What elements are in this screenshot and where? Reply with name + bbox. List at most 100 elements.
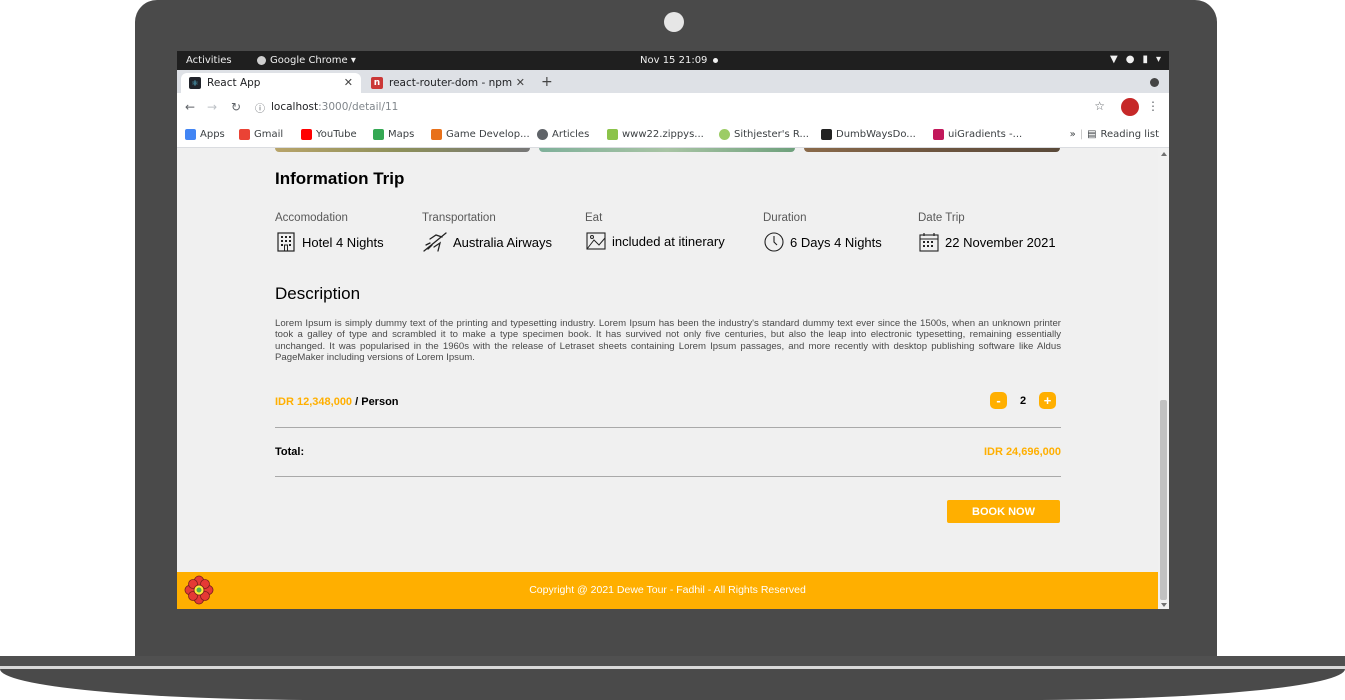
url-host: localhost: [271, 101, 319, 113]
gmail-icon: [239, 129, 250, 140]
gallery-image[interactable]: [275, 148, 530, 152]
tab-react-router-dom[interactable]: n react-router-dom - npm ✕: [363, 73, 533, 93]
scrollbar-thumb[interactable]: [1160, 400, 1167, 600]
react-favicon-icon: ⚛: [189, 77, 201, 89]
tab-search-icon[interactable]: [1150, 78, 1159, 87]
scroll-down-arrow-icon[interactable]: [1161, 603, 1167, 607]
info-label: Transportation: [422, 212, 496, 224]
uigradients-icon: [933, 129, 944, 140]
clock-label: Nov 15 21:09: [640, 55, 708, 66]
app-menu[interactable]: Google Chrome ▾: [257, 55, 356, 66]
new-tab-button[interactable]: +: [541, 74, 553, 90]
gallery-image[interactable]: [539, 148, 795, 152]
bookmark-maps[interactable]: Maps: [373, 129, 414, 140]
bookmark-uigradients[interactable]: uiGradients -...: [933, 129, 1022, 140]
bookmark-label: www22.zippys...: [622, 129, 704, 140]
info-value: included at itinerary: [585, 231, 725, 251]
bookmark-dumbways[interactable]: DumbWaysDo...: [821, 129, 916, 140]
volume-icon: ●: [1125, 54, 1135, 65]
quantity-value: 2: [1019, 394, 1027, 407]
total-label: Total:: [275, 446, 305, 458]
activities-button[interactable]: Activities: [186, 55, 232, 66]
info-value: 22 November 2021: [918, 231, 1056, 253]
vertical-scrollbar[interactable]: [1158, 148, 1169, 609]
meal-icon: [586, 232, 606, 250]
info-label: Duration: [763, 212, 807, 224]
tab-strip: ⚛ React App ✕ n react-router-dom - npm ✕: [177, 70, 1169, 93]
bookmark-label: Game Develop...: [446, 129, 530, 140]
maps-icon: [373, 129, 384, 140]
address-bar[interactable]: ⓘ localhost:3000/detail/11: [255, 97, 1075, 117]
reading-list-button[interactable]: » | ▤ Reading list: [1070, 129, 1159, 140]
tab-label: react-router-dom - npm: [389, 77, 513, 89]
divider: |: [1079, 129, 1084, 140]
info-eat: Eat included at itinerary: [585, 212, 725, 251]
wifi-icon: ▼: [1110, 54, 1118, 65]
bookmark-articles[interactable]: Articles: [537, 129, 589, 140]
description-text: Lorem Ipsum is simply dummy text of the …: [275, 318, 1061, 364]
decrease-button[interactable]: -: [990, 392, 1007, 409]
bookmark-label: Articles: [552, 129, 590, 140]
bookmark-gmail[interactable]: Gmail: [239, 129, 283, 140]
info-date-trip: Date Trip 22 November 2021: [918, 212, 1056, 253]
back-icon[interactable]: ←: [185, 100, 195, 114]
laptop-base-bottom: [0, 669, 1345, 700]
bookmark-star-icon[interactable]: ☆: [1094, 99, 1105, 113]
info-label: Eat: [585, 212, 603, 224]
airplane-icon: [423, 232, 447, 252]
price-unit: / Person: [352, 396, 399, 408]
bookmark-label: uiGradients -...: [948, 129, 1023, 140]
bookmark-youtube[interactable]: YouTube: [301, 129, 357, 140]
site-info-icon[interactable]: ⓘ: [255, 100, 265, 115]
bookmark-label: DumbWaysDo...: [836, 129, 916, 140]
footer: Copyright @ 2021 Dewe Tour - Fadhil - Al…: [177, 572, 1158, 609]
bookmark-label: Gmail: [254, 129, 284, 140]
gallery-image[interactable]: [804, 148, 1060, 152]
close-icon[interactable]: ✕: [344, 76, 353, 89]
reading-list-icon: ▤: [1087, 129, 1097, 140]
reading-list-label: Reading list: [1100, 129, 1159, 140]
webcam: [664, 12, 684, 32]
dumbways-icon: [821, 129, 832, 140]
bookmark-apps[interactable]: Apps: [185, 129, 225, 140]
system-tray[interactable]: ▼ ● ▮ ▾: [1110, 54, 1161, 65]
footer-copyright: Copyright @ 2021 Dewe Tour - Fadhil - Al…: [529, 584, 806, 596]
npm-favicon-icon: n: [371, 77, 383, 89]
notification-dot-icon: [713, 57, 719, 63]
menu-kebab-icon[interactable]: ⋮: [1147, 99, 1159, 113]
scroll-up-arrow-icon[interactable]: [1161, 152, 1167, 156]
info-value-text: 6 Days 4 Nights: [790, 234, 882, 250]
info-accomodation: Accomodation Hotel 4 Nights: [275, 212, 384, 253]
increase-button[interactable]: +: [1039, 392, 1056, 409]
book-now-button[interactable]: BOOK NOW: [947, 500, 1060, 523]
info-value: Australia Airways: [422, 231, 552, 253]
quantity-stepper: - 2 +: [990, 392, 1056, 409]
close-icon[interactable]: ✕: [516, 76, 525, 89]
bookmark-label: Sithjester's R...: [734, 129, 809, 140]
bookmark-zippyshare[interactable]: www22.zippys...: [607, 129, 704, 140]
info-label: Accomodation: [275, 212, 348, 224]
url-path: :3000/detail/11: [318, 101, 399, 113]
reload-icon[interactable]: ↻: [231, 100, 241, 114]
sithjester-icon: [719, 129, 730, 140]
bookmark-label: Maps: [388, 129, 415, 140]
total-value: IDR 24,696,000: [983, 446, 1061, 458]
info-value-text: Hotel 4 Nights: [302, 234, 384, 250]
bookmark-game-develop[interactable]: Game Develop...: [431, 129, 530, 140]
clock[interactable]: Nov 15 21:09: [640, 55, 719, 66]
forward-icon[interactable]: →: [207, 100, 217, 114]
info-value-text: Australia Airways: [453, 234, 552, 250]
bookmark-sithjester[interactable]: Sithjester's R...: [719, 129, 809, 140]
page-title: Information Trip: [275, 169, 405, 188]
divider: [275, 427, 1061, 428]
bookmarks-overflow-button[interactable]: »: [1070, 129, 1076, 140]
bookmark-label: YouTube: [316, 129, 357, 140]
profile-avatar[interactable]: [1121, 98, 1139, 116]
youtube-icon: [301, 129, 312, 140]
calendar-icon: [919, 233, 939, 252]
info-transportation: Transportation Australia Airways: [422, 212, 552, 253]
tab-react-app[interactable]: ⚛ React App ✕: [181, 73, 361, 93]
app-menu-label: Google Chrome ▾: [270, 55, 356, 66]
globe-icon: [537, 129, 548, 140]
zippyshare-icon: [607, 129, 618, 140]
